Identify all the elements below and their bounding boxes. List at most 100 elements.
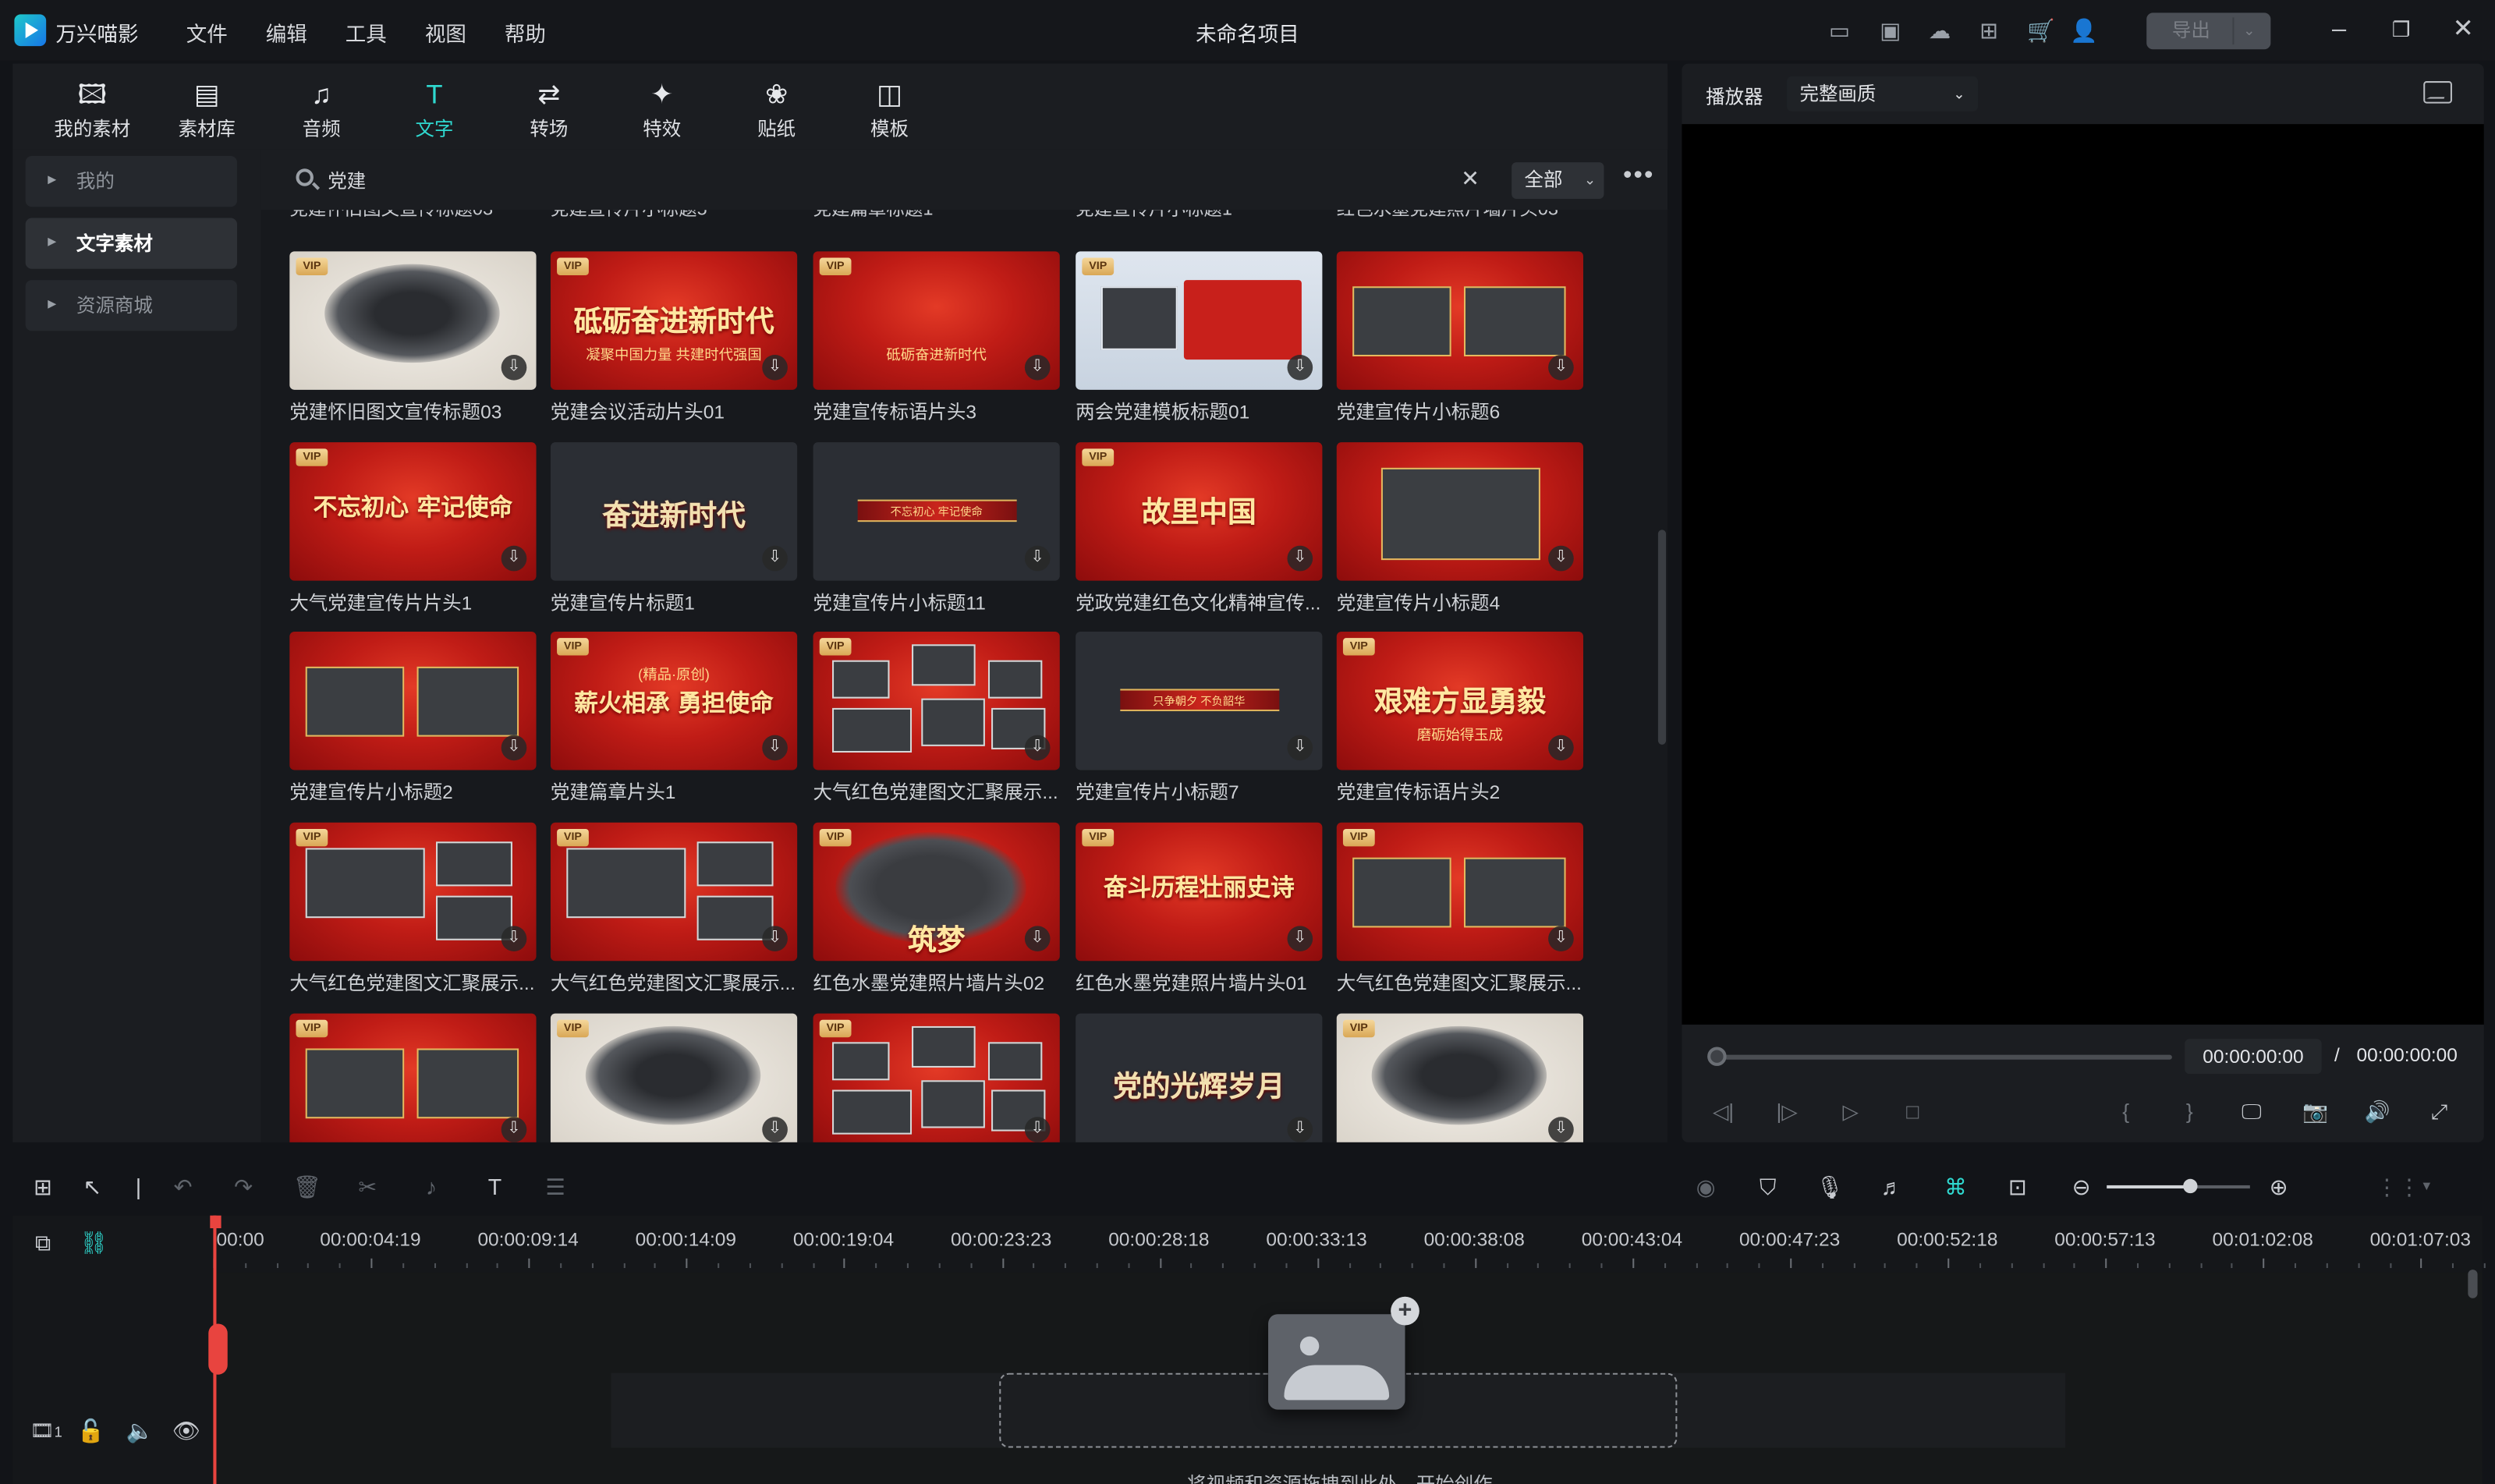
asset-thumbnail[interactable]: VIP ⇩ [550,822,798,962]
asset-card[interactable]: ⇩ 党建宣传片小标题6 [1336,251,1583,434]
add-track-icon[interactable]: ⧉ [29,1228,58,1257]
asset-card[interactable]: 故里中国 VIP ⇩ 党政党建红色文化精神宣传... [1076,442,1323,625]
download-icon[interactable]: ⇩ [1024,354,1051,381]
asset-card[interactable]: VIP ⇩ [550,1013,798,1142]
menu-help[interactable]: 帮助 [505,17,546,48]
tab-effects[interactable]: ✦ 特效 [611,80,713,142]
asset-card[interactable]: VIP ⇩ 党建怀旧图文宣传标题03 [289,251,537,434]
asset-card[interactable]: 党的光辉岁月 ⇩ [1076,1013,1323,1142]
stop-icon[interactable]: □ [1898,1098,1927,1127]
asset-thumbnail[interactable]: 砥砺奋进新时代 VIP ⇩ [813,251,1060,390]
user-account-icon[interactable]: 👤 [2070,17,2098,43]
asset-card[interactable]: (精品·原创) 薪火相承 勇担使命 VIP ⇩ 党建篇章片头1 [550,631,798,815]
volume-icon[interactable]: 🔊 [2363,1098,2392,1127]
asset-thumbnail[interactable]: VIP ⇩ [1076,251,1323,390]
download-icon[interactable]: ⇩ [762,1117,788,1142]
layout-icon[interactable]: ▭ [1827,17,1852,43]
asset-card[interactable]: 磨砺始得玉成 艰难方显勇毅 VIP ⇩ 党建宣传标语片头2 [1336,631,1583,815]
asset-card[interactable]: ⇩ 党建宣传片小标题4 [1336,442,1583,625]
asset-thumbnail[interactable]: 只争朝夕 不负韶华 ⇩ [1076,631,1323,770]
asset-thumbnail[interactable]: 党的光辉岁月 ⇩ [1076,1013,1323,1142]
tab-media-library[interactable]: ▤ 素材库 [156,80,258,142]
download-icon[interactable]: ⇩ [501,1117,527,1142]
download-icon[interactable]: ⇩ [1287,1117,1313,1142]
asset-card[interactable]: 奋斗历程壮丽史诗 VIP ⇩ 红色水墨党建照片墙片头01 [1076,822,1323,1006]
asset-card[interactable]: 筑梦 VIP ⇩ 红色水墨党建照片墙片头02 [813,822,1060,1006]
restore-icon[interactable]: ❐ [2385,14,2417,46]
export-dropdown-icon[interactable]: ⌄ [2232,17,2264,45]
asset-thumbnail[interactable]: 凝聚中国力量 共建时代强国 砥砺奋进新时代 VIP ⇩ [550,251,798,390]
zoom-out-icon[interactable]: ⊖ [2067,1173,2096,1202]
fullscreen-icon[interactable]: ⤢ [2425,1098,2454,1127]
download-icon[interactable]: ⇩ [1287,926,1313,952]
eye-visibility-icon[interactable]: 👁 [172,1416,200,1445]
grid-scrollbar[interactable] [1657,529,1667,745]
asset-thumbnail[interactable]: ⇩ [1336,251,1583,390]
tab-text[interactable]: T 文字 [384,80,486,142]
apps-grid-icon[interactable]: ⊞ [1976,17,2002,43]
download-icon[interactable]: ⇩ [1024,735,1051,761]
download-icon[interactable]: ⇩ [762,926,788,952]
asset-card[interactable]: VIP ⇩ 大气红色党建图文汇聚展示... [813,631,1060,815]
asset-thumbnail[interactable]: 奋进新时代 ⇩ [550,442,798,581]
more-options-icon[interactable]: ••• [1623,163,1653,196]
download-icon[interactable]: ⇩ [501,735,527,761]
asset-thumbnail[interactable]: 磨砺始得玉成 艰难方显勇毅 VIP ⇩ [1336,631,1583,770]
time-ruler[interactable]: 00:00 00:00:04:19 00:00:09:14 00:00:14:09 00… [213,1215,2486,1273]
download-icon[interactable]: ⇩ [1287,545,1313,572]
delete-icon[interactable]: 🗑 [292,1173,321,1202]
asset-thumbnail[interactable]: 不忘初心 牢记使命 ⇩ [813,442,1060,581]
cut-icon[interactable]: ✂ [353,1173,382,1202]
asset-thumbnail[interactable]: VIP ⇩ [1336,822,1583,962]
microphone-icon[interactable]: 🎙 [1816,1173,1845,1202]
asset-card[interactable]: 只争朝夕 不负韶华 ⇩ 党建宣传片小标题7 [1076,631,1323,815]
asset-thumbnail[interactable]: ⇩ [289,631,537,770]
playback-progress-track[interactable] [1714,1054,2172,1060]
download-icon[interactable]: ⇩ [501,354,527,381]
track-settings-icon[interactable]: ⋮⋮ [2376,1173,2420,1202]
menu-edit[interactable]: 编辑 [266,17,307,48]
tab-stickers[interactable]: ❀ 贴纸 [725,80,828,142]
play-icon[interactable]: ▷ [1836,1098,1865,1127]
layout-grid-icon[interactable]: ⊞ [29,1173,58,1202]
camera-snapshot-icon[interactable]: 📷 [2301,1098,2330,1127]
marker-icon[interactable]: ⛉ [1753,1173,1782,1202]
previous-frame-icon[interactable]: ◁| [1709,1098,1738,1127]
download-icon[interactable]: ⇩ [1287,354,1313,381]
asset-card[interactable]: 不忘初心 牢记使命 ⇩ 党建宣传片小标题11 [813,442,1060,625]
mute-track-icon[interactable]: 🔈 [126,1416,154,1445]
asset-thumbnail[interactable]: VIP ⇩ [1336,1013,1583,1142]
asset-card[interactable]: 砥砺奋进新时代 VIP ⇩ 党建宣传标语片头3 [813,251,1060,434]
asset-card[interactable]: ⇩ 党建宣传片小标题2 [289,631,537,815]
export-button[interactable]: 导出 ⌄ [2146,12,2271,50]
sidebar-item-store[interactable]: ▶ 资源商城 [25,280,237,331]
asset-thumbnail[interactable]: 奋斗历程壮丽史诗 VIP ⇩ [1076,822,1323,962]
playhead-marker[interactable] [208,1323,228,1375]
minimize-icon[interactable]: – [2323,14,2355,46]
asset-thumbnail[interactable]: 故里中国 VIP ⇩ [1076,442,1323,581]
menu-tools[interactable]: 工具 [346,17,387,48]
snapshot-image-icon[interactable] [2423,81,2452,104]
redo-icon[interactable]: ↷ [229,1173,258,1202]
download-icon[interactable]: ⇩ [501,545,527,572]
download-icon[interactable]: ⇩ [1548,354,1574,381]
close-icon[interactable]: ✕ [2447,14,2479,46]
zoom-in-icon[interactable]: ⊕ [2264,1173,2293,1202]
download-icon[interactable]: ⇩ [1287,735,1313,761]
download-icon[interactable]: ⇩ [1024,545,1051,572]
add-text-icon[interactable]: T [480,1173,509,1202]
search-input[interactable] [328,164,1442,196]
asset-thumbnail[interactable]: VIP ⇩ [550,1013,798,1142]
download-icon[interactable]: ⇩ [1548,926,1574,952]
current-time[interactable]: 00:00:00:00 [2185,1039,2322,1075]
tab-audio[interactable]: ♫ 音频 [271,80,373,142]
asset-thumbnail[interactable]: 不忘初心 牢记使命 VIP ⇩ [289,442,537,581]
download-icon[interactable]: ⇩ [762,545,788,572]
menu-file[interactable]: 文件 [186,17,228,48]
adjust-icon[interactable]: ☰ [541,1173,570,1202]
audio-split-icon[interactable]: ♪ [417,1173,446,1202]
next-frame-icon[interactable]: |▷ [1773,1098,1802,1127]
asset-thumbnail[interactable]: VIP ⇩ [813,631,1060,770]
snap-icon[interactable]: ⌘ [1941,1173,1970,1202]
quality-select[interactable]: 完整画质 ⌄ [1787,76,1978,112]
